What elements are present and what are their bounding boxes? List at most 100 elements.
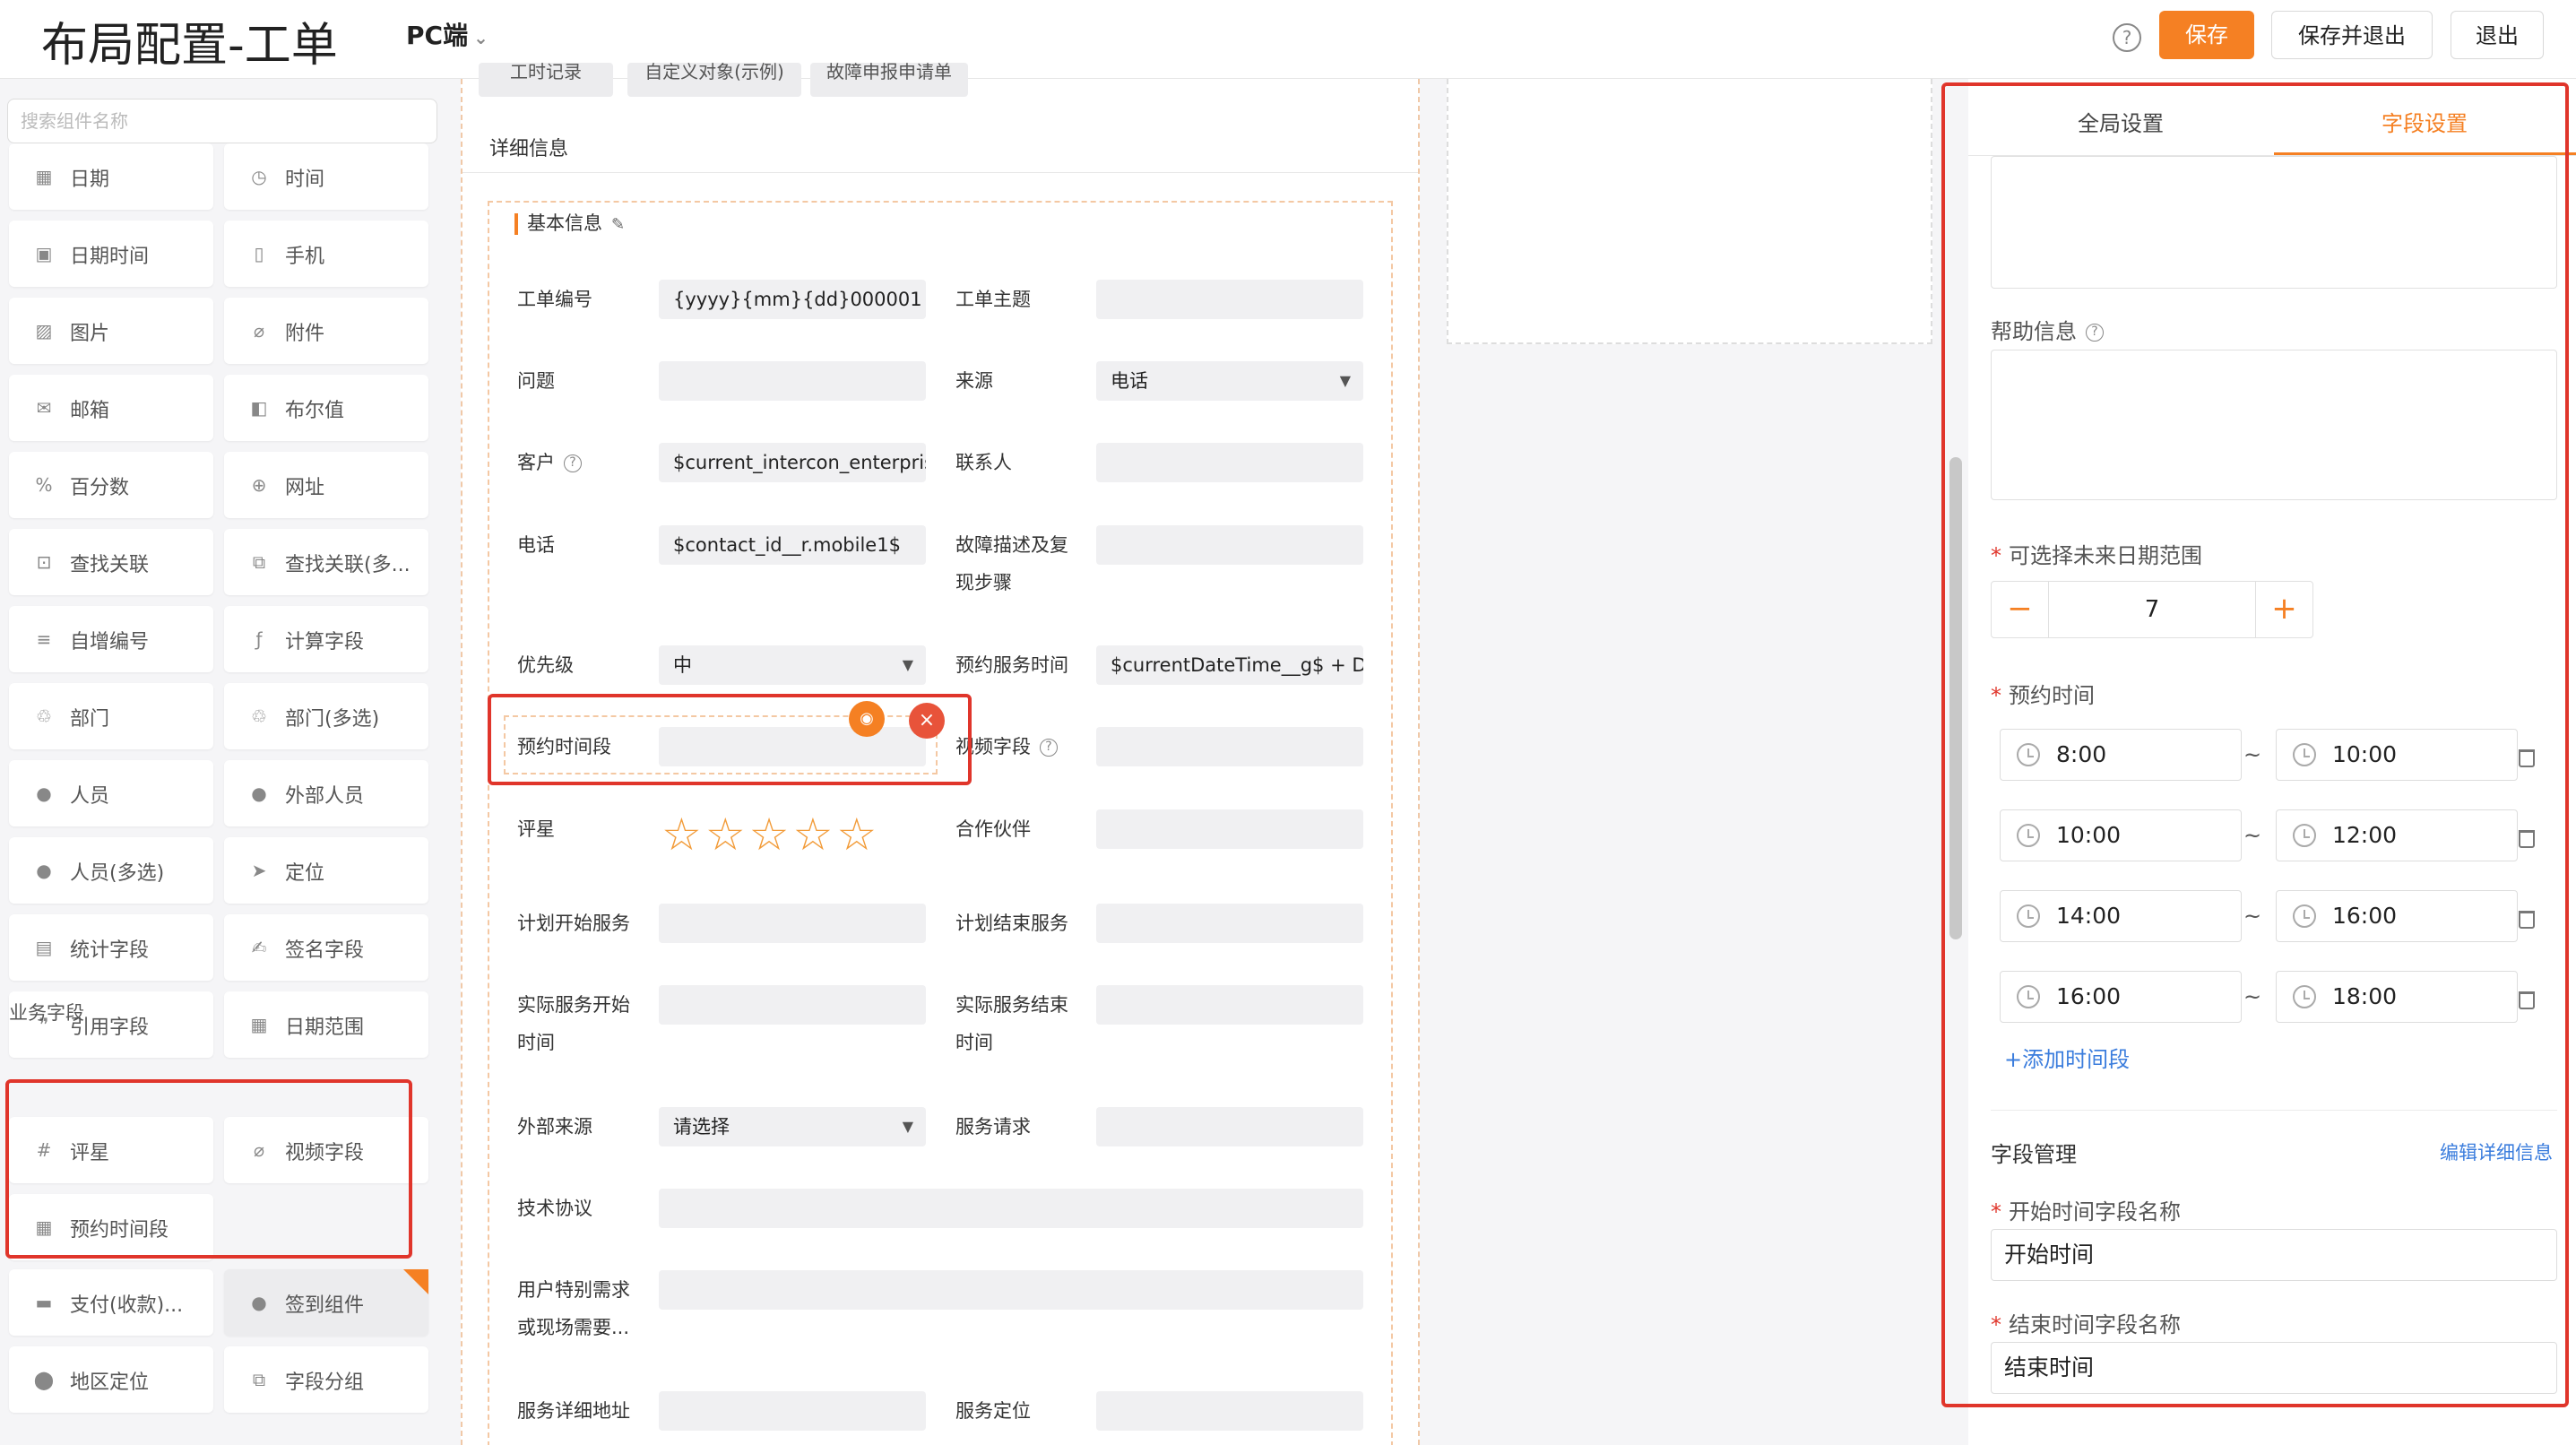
star-icon[interactable]: ☆ (749, 809, 793, 861)
save-and-exit-button[interactable]: 保存并退出 (2271, 11, 2433, 59)
palette-item[interactable]: ◷ 时间 (224, 143, 428, 210)
help-icon[interactable]: ? (1040, 739, 1058, 757)
palette-item-label: 附件 (285, 323, 325, 345)
datetime-icon: ▣ (35, 243, 53, 264)
person-icon: ● (36, 783, 52, 804)
field-service-address[interactable] (659, 1391, 926, 1431)
field-label-subject: 工单主题 (955, 289, 1031, 310)
field-subject[interactable] (1096, 280, 1363, 319)
related-tab-work-hours[interactable]: 工时记录 (479, 63, 613, 97)
field-label-source: 来源 (955, 370, 993, 392)
star-icon[interactable]: ☆ (661, 809, 705, 861)
field-customer[interactable]: $current_intercon_enterprise_ (659, 443, 926, 482)
star-icon[interactable]: ☆ (705, 809, 749, 861)
mail-icon: ✉ (36, 397, 52, 419)
field-actual-end[interactable] (1096, 985, 1363, 1025)
palette-item[interactable]: ▯ 手机 (224, 221, 428, 287)
palette-item[interactable]: ▣ 日期时间 (9, 221, 213, 287)
field-phone[interactable]: $contact_id__r.mobile1$ (659, 525, 926, 565)
palette-item[interactable]: ♲ 部门(多选) (224, 683, 428, 749)
star-rating[interactable]: ☆☆☆☆☆ (661, 812, 880, 857)
related-tab-custom-object[interactable]: 自定义对象(示例) (627, 63, 801, 97)
divider (462, 172, 1418, 173)
palette-item[interactable]: ƒ 计算字段 (224, 606, 428, 672)
palette-item[interactable]: ▦ 日期 (9, 143, 213, 210)
palette-item[interactable]: % 百分数 (9, 452, 213, 518)
field-plan-start[interactable] (659, 904, 926, 943)
field-label-service-request: 服务请求 (955, 1116, 1031, 1138)
palette-item[interactable]: ♲ 部门 (9, 683, 213, 749)
field-partner[interactable] (1096, 809, 1363, 849)
edit-pencil-icon[interactable]: ✎ (611, 215, 625, 234)
palette-item-label: 网址 (285, 477, 325, 499)
palette-item[interactable]: ✍ 签名字段 (224, 914, 428, 981)
chevron-down-icon: ⌄ (473, 27, 488, 48)
palette-item[interactable]: ⊡ 查找关联 (9, 529, 213, 595)
palette-item[interactable]: ✉ 邮箱 (9, 375, 213, 441)
field-service-location[interactable] (1096, 1391, 1363, 1431)
boolean-icon: ◧ (250, 397, 268, 419)
field-label-customer-text: 客户 (517, 452, 555, 473)
autonumber-icon: ≡ (36, 628, 52, 650)
palette-item[interactable]: ▬ 支付(收款)... (9, 1269, 213, 1336)
highlight-business-fields (5, 1079, 412, 1259)
palette-item[interactable]: ● 签到组件 (224, 1269, 428, 1336)
palette-item[interactable]: ◧ 布尔值 (224, 375, 428, 441)
help-icon[interactable]: ? (564, 454, 582, 472)
field-source-select[interactable]: 电话 ▼ (1096, 361, 1363, 401)
field-tech-agreement[interactable] (659, 1189, 1363, 1228)
palette-item[interactable]: ➤ 定位 (224, 837, 428, 904)
exit-button[interactable]: 退出 (2451, 11, 2544, 59)
field-label-actual-end: 实际服务结束 (955, 994, 1068, 1016)
star-icon[interactable]: ☆ (792, 809, 836, 861)
globe-icon: ⊕ (251, 474, 267, 496)
palette-item[interactable]: ⊕ 网址 (224, 452, 428, 518)
signature-icon: ✍ (251, 937, 267, 958)
palette-item[interactable]: ● 外部人员 (224, 760, 428, 826)
star-icon[interactable]: ☆ (836, 809, 880, 861)
field-external-source-select[interactable]: 请选择 ▼ (659, 1107, 926, 1146)
field-label-customer: 客户? (517, 443, 582, 482)
field-ticket-no[interactable]: {yyyy}{mm}{dd}000001 (659, 280, 926, 319)
palette-item[interactable]: ▨ 图片 (9, 298, 213, 364)
palette-item[interactable]: ≡ 自增编号 (9, 606, 213, 672)
platform-selector[interactable]: PC端 ⌄ (406, 16, 488, 52)
related-tab-fault-report[interactable]: 故障申报申请单 (810, 63, 968, 97)
palette-item[interactable]: ▤ 统计字段 (9, 914, 213, 981)
field-label-tech-agreement: 技术协议 (517, 1198, 592, 1219)
field-priority-select[interactable]: 中 ▼ (659, 645, 926, 685)
palette-item[interactable]: ⧉ 查找关联(多... (224, 529, 428, 595)
palette-item[interactable]: ⧉ 字段分组 (224, 1346, 428, 1413)
field-label-phone: 电话 (517, 534, 555, 556)
help-icon[interactable]: ? (2113, 23, 2141, 52)
palette-item-label: 手机 (285, 246, 325, 268)
field-label-fault-desc: 故障描述及复 (955, 534, 1068, 556)
field-contact[interactable] (1096, 443, 1363, 482)
percent-icon: % (35, 474, 53, 496)
top-bar: 布局配置-工单 PC端 ⌄ ? 保存 保存并退出 退出 (0, 0, 2576, 79)
field-issue[interactable] (659, 361, 926, 401)
field-fault-desc[interactable] (1096, 525, 1363, 565)
palette-item[interactable]: ▦ 日期范围 (224, 991, 428, 1058)
palette-item[interactable]: ⬤ 地区定位 (9, 1346, 213, 1413)
field-actual-start[interactable] (659, 985, 926, 1025)
palette-item-label: 外部人员 (285, 785, 365, 808)
field-label-service-address: 服务详细地址 (517, 1400, 630, 1422)
component-search-input[interactable]: 搜索组件名称 (7, 99, 437, 143)
field-label-plan-start: 计划开始服务 (517, 913, 630, 934)
field-video[interactable] (1096, 727, 1363, 766)
save-button[interactable]: 保存 (2159, 11, 2254, 59)
business-fields-section-label: 业务字段 (9, 1002, 84, 1024)
palette-item[interactable]: ● 人员(多选) (9, 837, 213, 904)
field-user-requirements[interactable] (659, 1270, 1363, 1310)
group-icon: ⧉ (252, 1369, 266, 1390)
field-appointment-time[interactable]: $currentDateTime__g$ + DAY (1096, 645, 1363, 685)
field-label-plan-end: 计划结束服务 (955, 913, 1068, 934)
field-service-request[interactable] (1096, 1107, 1363, 1146)
palette-item[interactable]: ⌀ 附件 (224, 298, 428, 364)
department-icon: ♲ (36, 705, 52, 727)
field-plan-end[interactable] (1096, 904, 1363, 943)
palette-item[interactable]: ● 人员 (9, 760, 213, 826)
palette-item-label: 计算字段 (285, 631, 365, 653)
caret-down-icon: ▼ (902, 1118, 913, 1135)
